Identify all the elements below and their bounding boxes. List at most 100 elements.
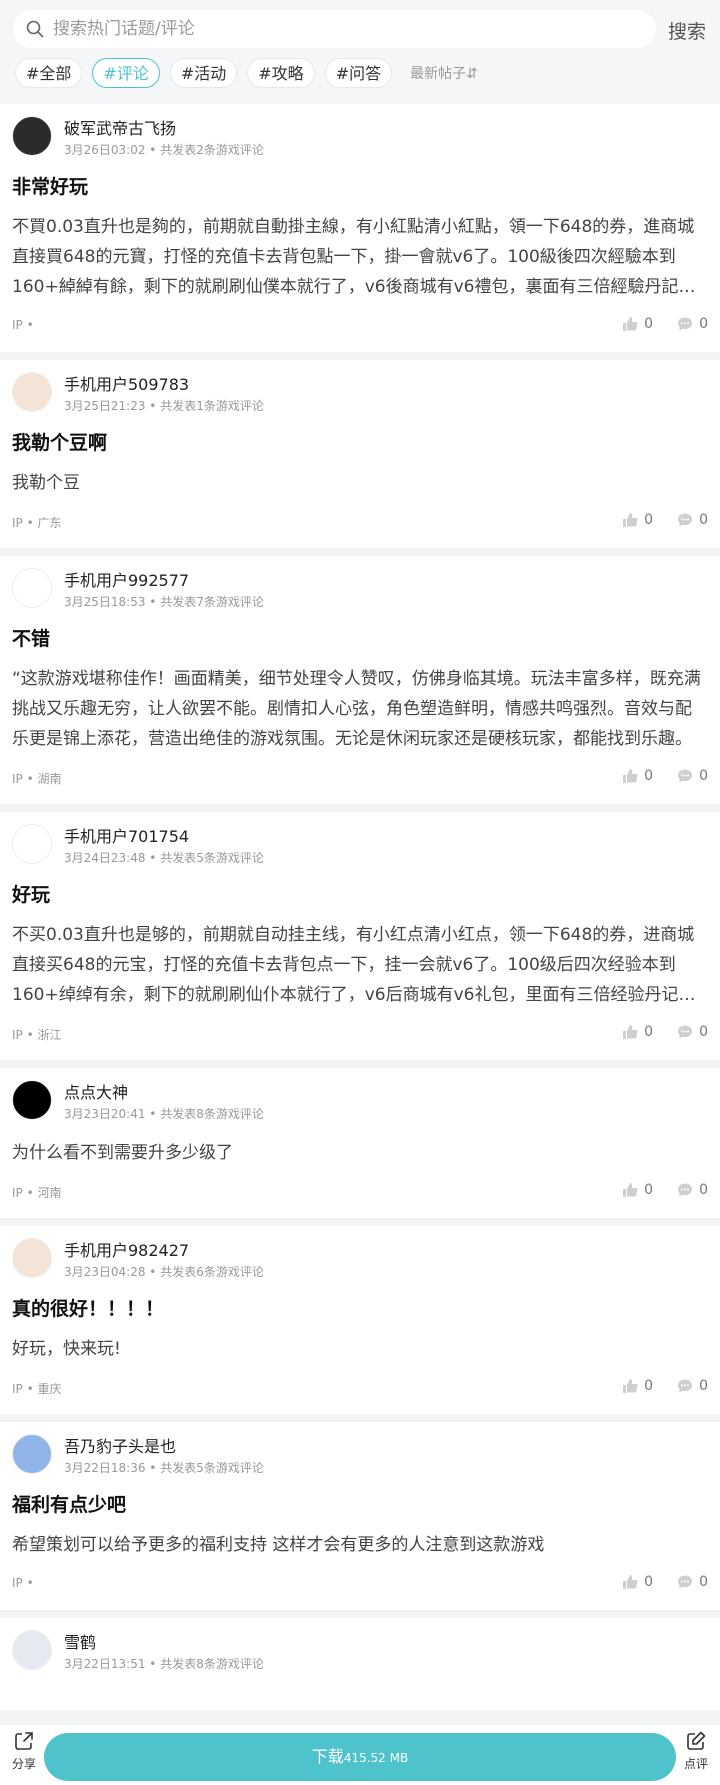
post-body: 我勒个豆 [12, 473, 80, 493]
share-icon [15, 1732, 33, 1750]
post-title: 福利有点少吧 [12, 1494, 127, 1516]
post-card[interactable]: 手机用户992577 3月25日18:53 • 共发表7条游戏评论不错 “这款游戏堪… [0, 556, 720, 804]
comment-count: 0 [699, 1024, 708, 1040]
comment-icon [678, 513, 693, 527]
avatar[interactable] [12, 1080, 52, 1120]
avatar[interactable] [12, 372, 52, 412]
ip-location: IP • 重庆 [12, 1382, 62, 1396]
username[interactable]: 点点大神 [64, 1079, 128, 1103]
avatar[interactable] [12, 568, 52, 608]
username[interactable]: 手机用户509783 [64, 371, 189, 395]
comment-icon [678, 1379, 693, 1393]
post-card[interactable]: 手机用户701754 3月24日23:48 • 共发表5条游戏评论 好玩 不买0.03… [0, 812, 720, 1060]
like-count: 0 [644, 512, 654, 528]
share-button[interactable]: 分享 [12, 1730, 36, 1772]
like-button[interactable]: 0 [622, 768, 653, 784]
post-card[interactable]: 吾乃豹子头是也 3月22日18:36 • 共发表5条游戏评论 福利有点少吧 希望策划可… [0, 1422, 720, 1610]
post-card[interactable]: 点点大神 3月23日20:41 • 共发表8条游戏评论为什么看不到需要升多少级了 I… [0, 1068, 720, 1218]
ip-location: IP • 河南 [12, 1186, 62, 1200]
sort-latest[interactable]: 最新帖子⇵ [410, 63, 478, 83]
username[interactable]: 手机用户992577 [64, 567, 189, 591]
post-meta: 3月23日20:41 • 共发表8条游戏评论 [64, 1107, 264, 1121]
search-bar[interactable] [13, 10, 656, 48]
tag-event[interactable]: #活动 [169, 58, 238, 88]
username[interactable]: 手机用户701754 [64, 823, 189, 847]
comment-button[interactable]: 0 [677, 512, 708, 528]
post-card[interactable]: 手机用户982427 3月23日04:28 • 共发表6条游戏评论真的很好！！！！… [0, 1226, 720, 1414]
search-button[interactable]: 搜索 [668, 17, 706, 44]
post-card[interactable]: 破军武帝古飞扬 3月26日03:02 • 共发表2条游戏评论 非常好玩 不買0.03直… [0, 104, 720, 352]
tag-all[interactable]: #全部 [15, 58, 83, 88]
download-size: 415.52 MB [343, 1751, 409, 1765]
comment-icon [678, 1575, 693, 1589]
post-meta: 3月25日21:23 • 共发表1条游戏评论 [64, 399, 264, 413]
like-count: 0 [644, 1024, 654, 1040]
post-title: 不错 [12, 628, 51, 650]
post-actions: 00 [598, 1378, 708, 1394]
post-card[interactable]: 雪鹤 3月22日13:51 • 共发表8条游戏评论 [0, 1618, 720, 1710]
post-meta: 3月23日04:28 • 共发表6条游戏评论 [64, 1265, 264, 1279]
like-count: 0 [644, 1378, 654, 1394]
post-footer: IP • 广东 0 0 [12, 498, 708, 548]
post-meta: 3月24日23:48 • 共发表5条游戏评论 [64, 851, 264, 865]
post-header: 手机用户509783 3月25日21:23 • 共发表1条游戏评论 [12, 360, 708, 422]
username[interactable]: 雪鹤 [64, 1629, 96, 1653]
post-actions: 00 [598, 1182, 708, 1198]
header: 搜索 #全部 #评论 #活动 #攻略 #问答 最新帖子⇵ [0, 0, 720, 104]
post-header: 手机用户982427 3月23日04:28 • 共发表6条游戏评论 [12, 1226, 708, 1288]
like-count: 0 [644, 1574, 654, 1590]
post-meta: 3月25日18:53 • 共发表7条游戏评论 [64, 595, 264, 609]
comment-icon [678, 1025, 693, 1039]
thumbs-up-icon [623, 317, 638, 331]
edit-icon [687, 1731, 706, 1750]
comment-button[interactable]: 0 [677, 1378, 708, 1394]
tag-review[interactable]: #评论 [92, 58, 160, 88]
like-button[interactable]: 0 [622, 512, 653, 528]
post-actions: 00 [598, 512, 708, 528]
username[interactable]: 手机用户982427 [64, 1237, 189, 1261]
search-icon [26, 20, 44, 38]
comment-count: 0 [699, 768, 708, 784]
thumbs-up-icon [623, 769, 638, 783]
tag-guide[interactable]: #攻略 [247, 58, 315, 88]
ip-location: IP • [12, 318, 34, 332]
comment-button[interactable]: 0 [677, 1024, 708, 1040]
username[interactable]: 吾乃豹子头是也 [64, 1433, 176, 1457]
post-body: 好玩，快来玩! [12, 1339, 121, 1359]
post-body: “这款游戏堪称佳作！画面精美，细节处理令人赞叹，仿佛身临其境。玩法丰富多样，既充… [12, 669, 701, 749]
comment-button[interactable]: 0 [677, 1182, 708, 1198]
tag-qa[interactable]: #问答 [324, 58, 393, 88]
post-body: 为什么看不到需要升多少级了 [12, 1143, 233, 1163]
like-button[interactable]: 0 [622, 1574, 653, 1590]
like-button[interactable]: 0 [622, 316, 653, 332]
like-button[interactable]: 0 [622, 1024, 653, 1040]
ip-location: IP • 湖南 [12, 772, 62, 786]
like-button[interactable]: 0 [622, 1378, 653, 1394]
post-card[interactable]: 手机用户509783 3月25日21:23 • 共发表1条游戏评论我勒个豆啊我勒个… [0, 360, 720, 548]
post-title: 真的很好！！！！ [12, 1298, 165, 1320]
avatar[interactable] [12, 1238, 52, 1278]
review-button[interactable]: 点评 [684, 1730, 708, 1772]
comment-button[interactable]: 0 [677, 316, 708, 332]
avatar[interactable] [12, 824, 52, 864]
post-feed: 破军武帝古飞扬 3月26日03:02 • 共发表2条游戏评论 非常好玩 不買0.03直… [0, 104, 720, 1710]
post-footer: IP • 湖南 0 0 [12, 754, 708, 804]
thumbs-up-icon [623, 1183, 638, 1197]
post-title: 我勒个豆啊 [12, 432, 108, 454]
comment-button[interactable]: 0 [677, 1574, 708, 1590]
like-button[interactable]: 0 [622, 1182, 653, 1198]
search-input[interactable] [51, 18, 615, 40]
download-button[interactable]: 下载415.52 MB [44, 1733, 676, 1781]
ip-location: IP • 广东 [12, 516, 62, 530]
post-actions: 00 [598, 316, 708, 332]
post-header: 手机用户992577 3月25日18:53 • 共发表7条游戏评论 [12, 556, 708, 618]
post-body: 不买0.03直升也是够的，前期就自动挂主线，有小红点清小红点，领一下648的券，… [12, 925, 696, 1005]
post-title: 非常好玩 [12, 176, 89, 198]
avatar[interactable] [12, 1434, 52, 1474]
post-actions: 00 [598, 1574, 708, 1590]
comment-button[interactable]: 0 [677, 768, 708, 784]
username[interactable]: 破军武帝古飞扬 [64, 115, 176, 139]
post-header: 雪鹤 3月22日13:51 • 共发表8条游戏评论 [12, 1618, 708, 1680]
avatar[interactable] [12, 1630, 52, 1670]
avatar[interactable] [12, 116, 52, 156]
